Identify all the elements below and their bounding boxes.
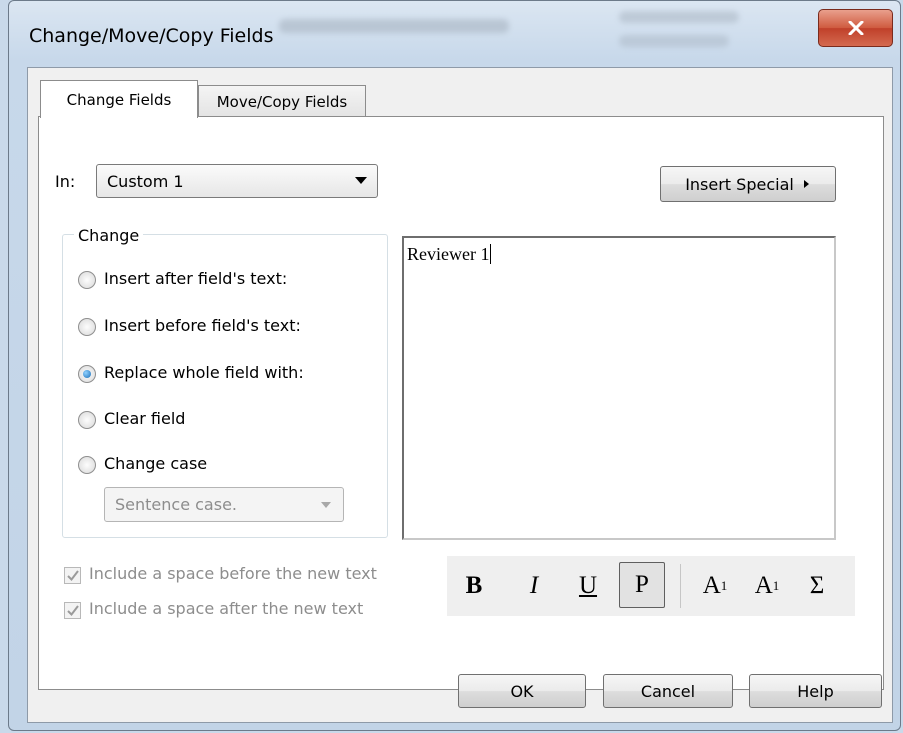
background-window-blur: [619, 11, 739, 23]
plain-label: P: [635, 571, 649, 598]
close-button[interactable]: [818, 9, 893, 47]
radio-label-replace-whole-field: Replace whole field with:: [104, 363, 304, 382]
tab-change-fields[interactable]: Change Fields: [40, 80, 198, 118]
italic-button[interactable]: I: [521, 556, 547, 616]
subscript-button[interactable]: A1: [747, 556, 787, 616]
ok-button[interactable]: OK: [458, 674, 586, 708]
radio-label-insert-after: Insert after field's text:: [104, 269, 288, 288]
radio-change-case[interactable]: [78, 456, 96, 474]
radio-insert-before[interactable]: [78, 318, 96, 336]
chevron-down-icon: [355, 177, 367, 184]
case-select-value: Sentence case.: [115, 495, 237, 514]
cancel-button[interactable]: Cancel: [603, 674, 733, 708]
sigma-icon: Σ: [809, 572, 825, 599]
window-title: Change/Move/Copy Fields: [29, 25, 274, 47]
help-button[interactable]: Help: [749, 674, 882, 708]
plain-button[interactable]: P: [619, 562, 665, 608]
replacement-text-field[interactable]: Reviewer 1: [402, 236, 836, 540]
checkmark-icon: [66, 570, 79, 581]
underline-label: U: [578, 572, 598, 599]
superscript-button[interactable]: A1: [695, 556, 735, 616]
text-caret: [490, 244, 492, 264]
radio-label-insert-before: Insert before field's text:: [104, 316, 301, 335]
insert-special-label: Insert Special: [685, 174, 794, 194]
in-label: In:: [55, 172, 76, 191]
symbol-button[interactable]: Σ: [799, 556, 835, 616]
radio-replace-whole-field[interactable]: [78, 365, 96, 383]
close-icon: [848, 21, 863, 35]
checkbox-space-before[interactable]: [64, 567, 81, 584]
subscript-label: A: [754, 572, 773, 599]
checkbox-label-space-before: Include a space before the new text: [89, 564, 377, 583]
chevron-down-icon: [321, 502, 331, 508]
checkbox-space-after[interactable]: [64, 602, 81, 619]
checkbox-label-space-after: Include a space after the new text: [89, 599, 364, 618]
in-field-select[interactable]: Custom 1: [96, 164, 378, 198]
insert-special-button[interactable]: Insert Special: [660, 166, 836, 202]
radio-clear-field[interactable]: [78, 411, 96, 429]
radio-label-clear-field: Clear field: [104, 409, 186, 428]
bold-button[interactable]: B: [459, 556, 489, 616]
underline-button[interactable]: U: [573, 556, 603, 616]
tab-move-copy-fields[interactable]: Move/Copy Fields: [198, 85, 366, 118]
change-group-legend: Change: [74, 226, 144, 245]
format-toolbar: B I U P A1 A1 Σ: [447, 556, 855, 616]
superscript-mark: 1: [720, 578, 728, 593]
subscript-mark: 1: [772, 578, 780, 593]
checkmark-icon: [66, 605, 79, 616]
radio-label-change-case: Change case: [104, 454, 208, 473]
in-field-value: Custom 1: [107, 171, 184, 191]
background-window-blur: [619, 35, 729, 47]
italic-label: I: [529, 572, 539, 599]
case-select[interactable]: Sentence case.: [104, 487, 344, 522]
chevron-right-icon: [803, 180, 809, 188]
toolbar-separator: [680, 564, 681, 608]
radio-insert-after[interactable]: [78, 271, 96, 289]
bold-label: B: [465, 572, 483, 599]
background-window-blur: [279, 19, 509, 33]
replacement-text-value: Reviewer 1: [407, 244, 490, 264]
superscript-label: A: [702, 572, 721, 599]
